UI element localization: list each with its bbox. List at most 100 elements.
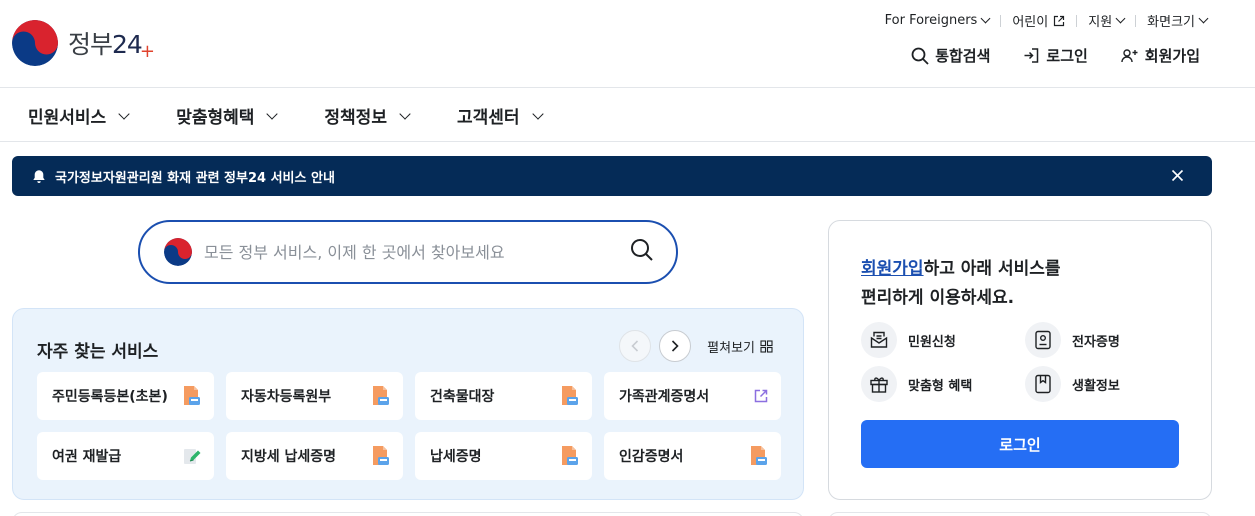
expand-button[interactable]: 펼쳐보기 bbox=[707, 337, 773, 356]
member-service-custom-benefits[interactable]: 맞춤형 혜택 bbox=[861, 366, 972, 402]
signup-link-label: 회원가입 bbox=[1144, 47, 1200, 65]
search-input[interactable] bbox=[204, 242, 630, 262]
main-nav: 민원서비스 맞춤형혜택 정책정보 고객센터 bbox=[28, 103, 544, 128]
service-card-label: 자동차등록원부 bbox=[241, 389, 332, 405]
member-service-label: 민원신청 bbox=[908, 334, 956, 350]
member-service-civil-application[interactable]: 민원신청 bbox=[861, 322, 956, 358]
document-print-icon bbox=[562, 386, 578, 405]
util-for-foreigners-label: For Foreigners bbox=[884, 13, 978, 28]
logo-wordmark-number: 24 bbox=[112, 29, 143, 59]
search-icon bbox=[911, 47, 929, 65]
service-card-label: 가족관계증명서 bbox=[619, 389, 710, 405]
member-service-label: 생활정보 bbox=[1072, 378, 1120, 394]
service-card-resident-registration[interactable]: 주민등록등본(초본) bbox=[37, 372, 214, 420]
header-divider bbox=[0, 87, 1255, 88]
user-plus-icon bbox=[1121, 49, 1138, 63]
service-card-label: 인감증명서 bbox=[619, 449, 684, 465]
util-divider bbox=[1135, 14, 1137, 27]
nav-customer-center[interactable]: 고객센터 bbox=[457, 103, 544, 128]
nav-civil-services-label: 민원서비스 bbox=[28, 108, 107, 128]
login-icon bbox=[1024, 48, 1039, 63]
document-print-icon bbox=[184, 386, 200, 405]
service-card-label: 지방세 납세증명 bbox=[241, 449, 337, 465]
logo-wordmark-prefix: 정부 bbox=[68, 29, 113, 59]
grid-icon bbox=[760, 339, 773, 353]
header-actions: 통합검색 로그인 회원가입 bbox=[911, 45, 1200, 66]
id-certificate-icon bbox=[1025, 322, 1061, 358]
bell-icon bbox=[32, 169, 46, 184]
frequent-services-title: 자주 찾는 서비스 bbox=[37, 342, 159, 362]
member-panel-title: 회원가입하고 아래 서비스를 편리하게 이용하세요. bbox=[861, 255, 1061, 313]
util-divider bbox=[1076, 14, 1078, 27]
chevron-down-icon bbox=[399, 107, 411, 120]
frequent-services-grid: 주민등록등본(초본) 자동차등록원부 건축물대장 가족관계증명서 여권 재발급 … bbox=[37, 372, 781, 480]
bookmark-icon bbox=[1025, 366, 1061, 402]
frequent-services-controls: 펼쳐보기 bbox=[619, 330, 773, 362]
taegeuk-logo-icon bbox=[164, 238, 192, 266]
chevron-down-icon bbox=[266, 107, 279, 120]
taegeuk-logo-icon bbox=[12, 20, 58, 66]
login-link-label: 로그인 bbox=[1046, 47, 1088, 65]
util-divider bbox=[1000, 14, 1002, 27]
util-kids-label: 어린이 bbox=[1012, 15, 1049, 30]
member-panel-title-line2: 편리하게 이용하세요. bbox=[861, 288, 1015, 308]
next-button[interactable] bbox=[659, 330, 692, 362]
signup-link[interactable]: 회원가입 bbox=[1121, 45, 1200, 66]
service-card-local-tax-certificate[interactable]: 지방세 납세증명 bbox=[226, 432, 403, 480]
document-print-icon bbox=[373, 386, 389, 405]
util-support-label: 지원 bbox=[1088, 15, 1113, 30]
external-link-icon bbox=[754, 389, 768, 403]
login-link[interactable]: 로그인 bbox=[1023, 45, 1088, 66]
util-screen-size-label: 화면크기 bbox=[1147, 15, 1195, 30]
util-support[interactable]: 지원 bbox=[1088, 11, 1126, 30]
prev-button[interactable] bbox=[619, 330, 652, 362]
gift-icon bbox=[861, 366, 897, 402]
external-link-icon bbox=[1054, 15, 1065, 26]
next-section-card bbox=[12, 512, 804, 516]
logo-wordmark: 정부24+ bbox=[68, 25, 155, 62]
frequent-services: 자주 찾는 서비스 펼쳐보기 주민등록등본(초본) 자동차등록원부 건축물대장 … bbox=[12, 308, 804, 500]
member-service-label: 맞춤형 혜택 bbox=[908, 378, 973, 394]
member-service-label: 전자증명 bbox=[1072, 334, 1120, 350]
service-card-family-relation[interactable]: 가족관계증명서 bbox=[604, 372, 781, 420]
service-card-tax-certificate[interactable]: 납세증명 bbox=[415, 432, 592, 480]
notice-text: 국가정보자원관리원 화재 관련 정부24 서비스 안내 bbox=[55, 170, 335, 186]
edit-document-icon bbox=[184, 449, 201, 464]
member-service-life-info[interactable]: 생활정보 bbox=[1025, 366, 1120, 402]
chevron-right-icon bbox=[672, 340, 679, 352]
chevron-down-icon bbox=[118, 107, 130, 120]
mail-tray-icon bbox=[861, 322, 897, 358]
service-card-label: 납세증명 bbox=[430, 449, 482, 465]
nav-civil-services[interactable]: 민원서비스 bbox=[28, 103, 130, 128]
signup-link-inline[interactable]: 회원가입 bbox=[861, 259, 924, 279]
nav-custom-benefits[interactable]: 맞춤형혜택 bbox=[176, 103, 279, 128]
service-card-vehicle-registration[interactable]: 자동차등록원부 bbox=[226, 372, 403, 420]
member-service-e-certificate[interactable]: 전자증명 bbox=[1025, 322, 1120, 358]
utility-nav: For Foreigners 어린이 지원 화면크기 bbox=[884, 11, 1209, 30]
service-card-label: 건축물대장 bbox=[430, 389, 495, 405]
chevron-down-icon bbox=[980, 13, 991, 24]
nav-policy-info-label: 정책정보 bbox=[324, 108, 387, 128]
close-icon[interactable] bbox=[1171, 169, 1184, 186]
document-print-icon bbox=[562, 446, 578, 465]
nav-policy-info[interactable]: 정책정보 bbox=[324, 103, 411, 128]
main-search-bar bbox=[138, 220, 678, 284]
login-button[interactable]: 로그인 bbox=[861, 420, 1179, 468]
service-card-building-register[interactable]: 건축물대장 bbox=[415, 372, 592, 420]
util-kids[interactable]: 어린이 bbox=[1012, 11, 1065, 30]
site-logo[interactable]: 정부24+ bbox=[12, 20, 155, 66]
document-print-icon bbox=[751, 446, 767, 465]
integrated-search-button[interactable]: 통합검색 bbox=[911, 45, 990, 66]
util-screen-size[interactable]: 화면크기 bbox=[1147, 11, 1209, 30]
notice-banner[interactable]: 국가정보자원관리원 화재 관련 정부24 서비스 안내 bbox=[12, 156, 1212, 196]
service-card-seal-certificate[interactable]: 인감증명서 bbox=[604, 432, 781, 480]
service-card-passport-reissue[interactable]: 여권 재발급 bbox=[37, 432, 214, 480]
util-for-foreigners[interactable]: For Foreigners bbox=[884, 13, 991, 28]
service-card-label: 주민등록등본(초본) bbox=[52, 389, 168, 405]
integrated-search-label: 통합검색 bbox=[935, 47, 991, 65]
logo-plus-mark: + bbox=[139, 40, 155, 62]
search-icon[interactable] bbox=[630, 238, 654, 266]
member-panel-title-rest: 하고 아래 서비스를 bbox=[923, 259, 1061, 279]
chevron-left-icon bbox=[631, 340, 639, 352]
chevron-down-icon bbox=[531, 107, 544, 120]
